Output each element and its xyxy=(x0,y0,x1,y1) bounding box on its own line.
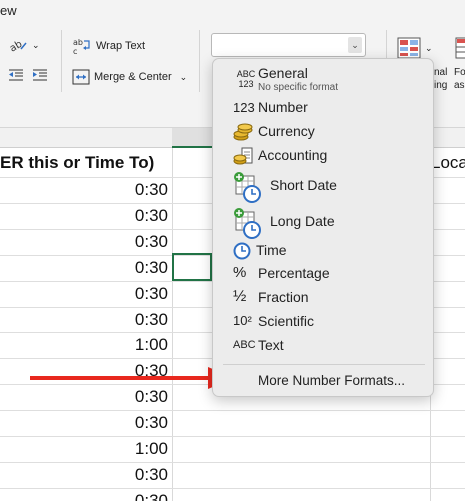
menu-item-label: Short Date xyxy=(270,177,337,193)
percent-icon: % xyxy=(233,264,247,281)
increase-indent-icon xyxy=(32,69,48,81)
fraction-icon: ½ xyxy=(233,288,247,305)
menu-item-more-number-formats[interactable]: More Number Formats... xyxy=(213,372,435,392)
grid-line xyxy=(0,461,465,463)
menu-item-time[interactable]: Time xyxy=(213,241,435,261)
wrap-text-button[interactable]: ab c Wrap Text xyxy=(72,37,145,55)
menu-item-label: Long Date xyxy=(270,213,335,229)
number-123-icon: 123 xyxy=(233,100,255,115)
menu-item-label: Time xyxy=(256,242,287,258)
wrap-text-icon: ab c xyxy=(72,37,92,55)
cut-label-format-2: as xyxy=(454,80,465,91)
menu-item-label: Number xyxy=(258,99,308,115)
menu-item-label: General xyxy=(258,65,308,81)
time-cell[interactable]: 0:30 xyxy=(48,180,168,200)
menu-item-long-date[interactable]: Long Date xyxy=(213,206,435,240)
decrease-indent-button[interactable] xyxy=(8,69,24,81)
abc-icon: ABC xyxy=(233,339,256,351)
grid-line xyxy=(0,436,465,437)
chevron-down-icon: ⌄ xyxy=(179,71,188,82)
menu-item-number[interactable]: 123 Number xyxy=(213,98,435,118)
menu-separator xyxy=(223,364,425,365)
orientation-icon: ab xyxy=(8,37,28,53)
merge-center-label: Merge & Center xyxy=(94,71,172,83)
number-format-menu: ABC 123 General No specific format 123 Nu… xyxy=(212,58,434,397)
menu-item-fraction[interactable]: ½ Fraction xyxy=(213,288,435,308)
scientific-icon: 10² xyxy=(233,313,252,328)
menu-item-label: Text xyxy=(258,337,284,353)
calendar-clock-icon xyxy=(233,207,261,239)
time-cell[interactable]: 0:30 xyxy=(48,491,168,501)
menu-item-text[interactable]: ABC Text xyxy=(213,336,435,356)
grid-line xyxy=(172,148,173,501)
merge-center-button[interactable]: Merge & Center ⌄ xyxy=(72,69,187,85)
selected-cell[interactable] xyxy=(172,253,212,281)
cut-label-conditional-2: ing xyxy=(434,80,448,91)
wrap-text-label: Wrap Text xyxy=(96,40,146,52)
ribbon-group-separator xyxy=(61,30,62,92)
time-cell[interactable]: 0:30 xyxy=(48,258,168,278)
increase-indent-button[interactable] xyxy=(32,69,48,81)
time-cell[interactable]: 0:30 xyxy=(48,232,168,252)
menu-item-label: Scientific xyxy=(258,313,315,329)
menu-item-sublabel: No specific format xyxy=(258,82,339,93)
number-format-select[interactable]: ⌄ xyxy=(211,33,366,57)
cut-label-format: Fo xyxy=(454,67,465,78)
conditional-formatting-icon xyxy=(397,37,421,59)
time-cell[interactable]: 0:30 xyxy=(48,206,168,226)
menu-item-scientific[interactable]: 10² Scientific xyxy=(213,312,435,332)
menu-item-general[interactable]: ABC 123 General No specific format xyxy=(213,65,435,95)
orientation-button[interactable]: ab ⌄ xyxy=(8,37,40,53)
svg-text:c: c xyxy=(73,47,77,55)
menu-item-percentage[interactable]: % Percentage xyxy=(213,264,435,284)
annotation-arrow xyxy=(30,366,235,395)
grid-line xyxy=(0,487,465,489)
header-cell-location[interactable]: Loca xyxy=(431,153,465,173)
menu-item-label: Accounting xyxy=(258,147,328,163)
accounting-icon xyxy=(233,147,253,165)
chevron-down-icon: ⌄ xyxy=(425,42,433,53)
time-cell[interactable]: 0:30 xyxy=(48,465,168,485)
ribbon-group-separator xyxy=(199,30,200,92)
header-cell[interactable]: ER this or Time To) xyxy=(0,153,154,173)
svg-text:ab: ab xyxy=(73,38,83,47)
menu-item-currency[interactable]: Currency xyxy=(213,122,435,142)
ribbon-tab-partial[interactable]: ew xyxy=(0,3,17,18)
clock-icon xyxy=(233,242,251,260)
time-cell[interactable]: 0:30 xyxy=(48,310,168,330)
calendar-clock-icon xyxy=(233,171,261,203)
time-cell[interactable]: 0:30 xyxy=(48,284,168,304)
time-cell[interactable]: 1:00 xyxy=(48,439,168,459)
number-format-dropdown-button[interactable]: ⌄ xyxy=(348,37,362,53)
grid-line xyxy=(0,410,465,412)
menu-item-accounting[interactable]: Accounting xyxy=(213,146,435,166)
time-cell[interactable]: 1:00 xyxy=(48,335,168,355)
abc-123-icon: ABC 123 xyxy=(236,69,256,89)
svg-text:ab: ab xyxy=(8,39,24,53)
menu-item-label: Fraction xyxy=(258,289,309,305)
merge-center-icon xyxy=(72,69,90,85)
cut-label-conditional: nal xyxy=(434,67,448,78)
chevron-down-icon: ⌄ xyxy=(32,39,40,50)
format-as-table-button[interactable] xyxy=(455,37,465,59)
menu-item-short-date[interactable]: Short Date xyxy=(213,170,435,204)
menu-item-label: More Number Formats... xyxy=(258,373,406,388)
format-as-table-icon xyxy=(455,37,465,59)
menu-item-label: Percentage xyxy=(258,265,330,281)
decrease-indent-icon xyxy=(8,69,24,81)
menu-item-label: Currency xyxy=(258,123,315,139)
conditional-formatting-button[interactable]: ⌄ xyxy=(397,37,433,59)
time-cell[interactable]: 0:30 xyxy=(48,413,168,433)
chevron-down-icon: ⌄ xyxy=(351,39,359,50)
coins-icon xyxy=(233,123,253,141)
